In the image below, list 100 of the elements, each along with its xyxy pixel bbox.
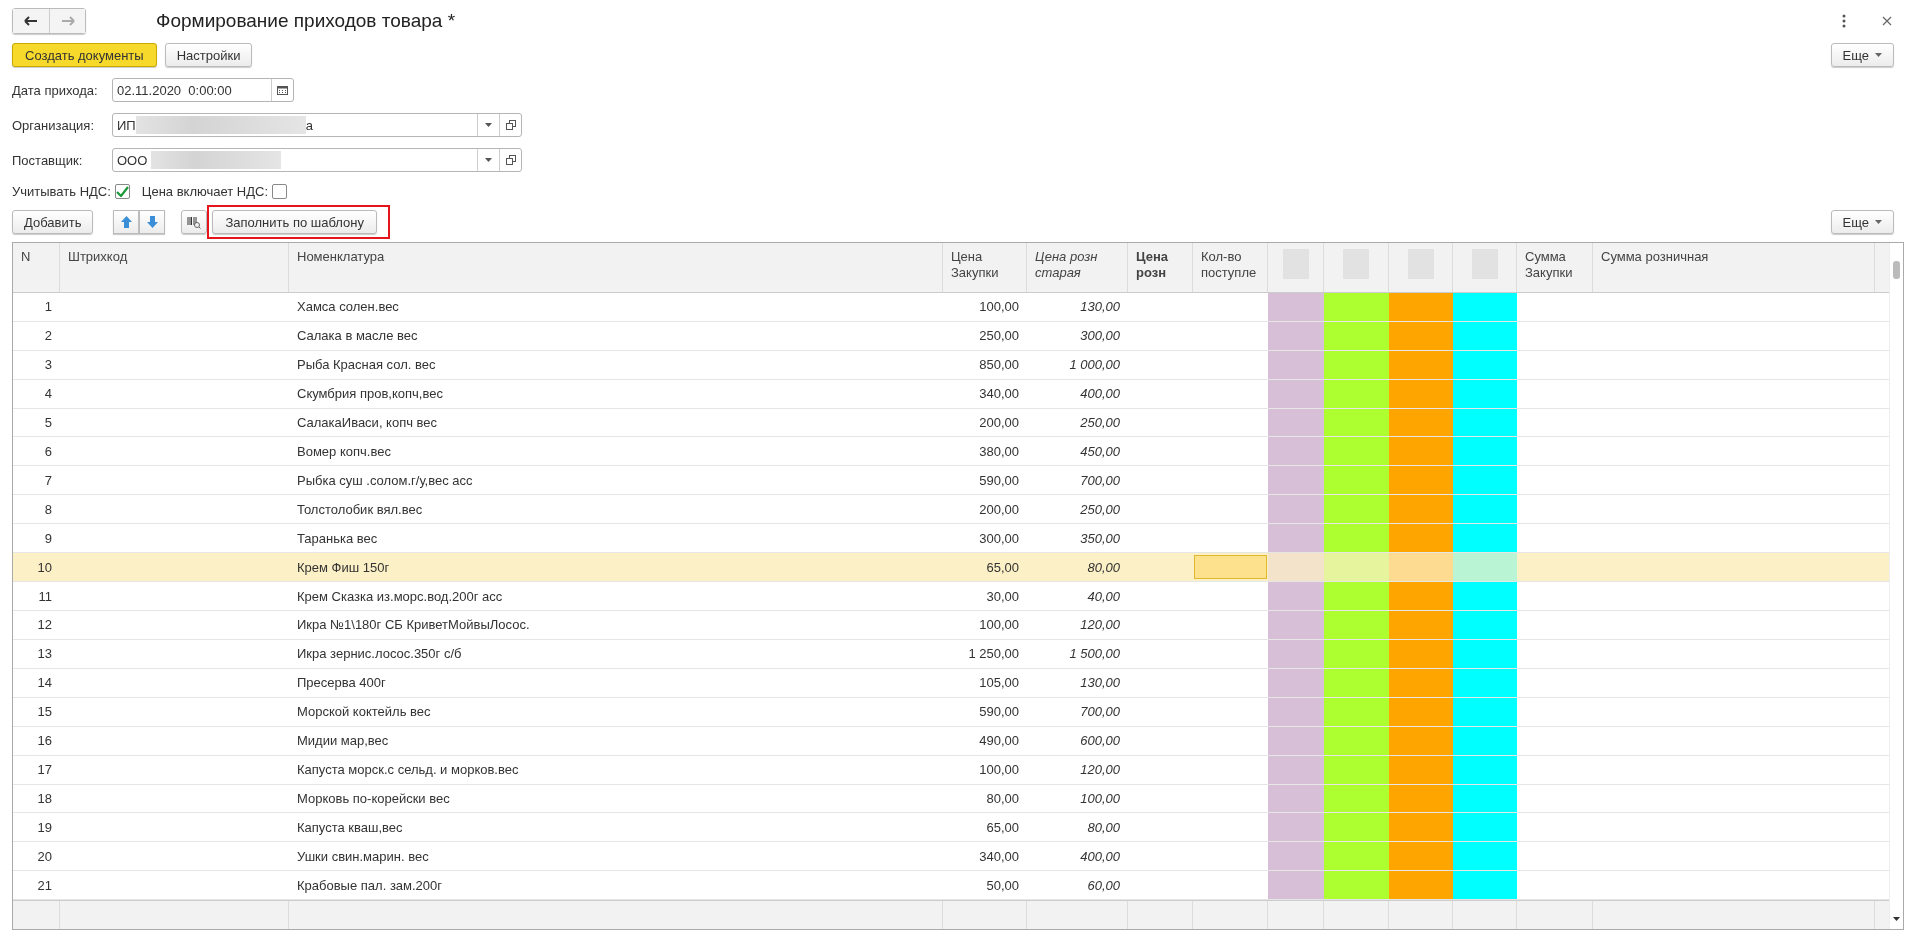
table-row[interactable]: 4 Скумбрия пров,копч,вес 340,00 400,00	[13, 379, 1889, 409]
caret-icon	[1875, 220, 1882, 224]
vat-checkbox[interactable]	[114, 183, 130, 199]
column-header[interactable]: Штрихкод	[60, 243, 289, 292]
checkbox-label: Учитывать НДС:	[12, 183, 111, 199]
column-header[interactable]: Цена Закупки	[943, 243, 1027, 292]
table-cell-text: 340,00	[978, 385, 1020, 404]
table-row[interactable]: 18 Морковь по-корейски вес 80,00 100,00	[13, 784, 1889, 814]
table-cell-text: 250,00	[1079, 414, 1121, 432]
table-cell-text: 80,00	[985, 790, 1020, 808]
table-cell-text: 4	[43, 385, 53, 404]
table-cell-text: 700,00	[1079, 471, 1121, 490]
table-cell-text: 100,00	[1079, 790, 1121, 808]
table-row[interactable]: 13 Икра зернис.лосос.350г с/б 1 250,00 1 500,00	[13, 639, 1889, 669]
table-cell-text: Морской коктейль вес	[296, 703, 432, 722]
forward-arrow-icon	[60, 16, 75, 26]
table-row[interactable]: 14 Пресерва 400г 105,00 130,00	[13, 668, 1889, 698]
table-cell-text: 1 500,00	[1068, 645, 1121, 664]
table-cell-text: 65,00	[985, 818, 1020, 837]
table-cell-text: 80,00	[1086, 818, 1121, 837]
table-cell-text: Толстолобик вял.вес	[296, 500, 424, 519]
table-cell-text: 65,00	[985, 558, 1020, 577]
table-cell-text: Рыба Красная сол. вес	[296, 356, 437, 375]
checkbox-label: Цена включает НДС:	[141, 183, 269, 199]
move-down-button[interactable]	[139, 210, 166, 234]
table-row[interactable]: 8 Толстолобик вял.вес 200,00 250,00	[13, 495, 1889, 525]
table-cell-text: 6	[43, 442, 53, 461]
table-row[interactable]: 2 Салака в масле вес 250,00 300,00	[13, 321, 1889, 351]
date-field[interactable]: 02.11.2020 0:00:00	[112, 78, 294, 102]
dropdown-icon[interactable]	[485, 158, 492, 162]
table-cell-text: 400,00	[1079, 385, 1121, 404]
organization-field[interactable]: ИП а	[112, 113, 522, 137]
column-header[interactable]: Цена розн	[1128, 243, 1193, 292]
table-row[interactable]: 20 Ушки свин.марин. вес 340,00 400,00	[13, 842, 1889, 872]
column-header[interactable]: Номенклатура	[289, 243, 943, 292]
table-cell-text: Ушки свин.марин. вес	[296, 847, 430, 866]
create-documents-button[interactable]: Создать документы	[12, 43, 157, 67]
table-row[interactable]: 6 Вомер копч.вес 380,00 450,00	[13, 437, 1889, 467]
table-row[interactable]: 10 Крем Фиш 150г 65,00 80,00	[13, 553, 1889, 583]
column-header[interactable]: Кол-во поступле	[1193, 243, 1268, 292]
table-cell-text: Пресерва 400г	[296, 674, 387, 693]
window-title: Формирование приходов товара *	[156, 10, 456, 32]
table-cell-text: 16	[36, 732, 53, 751]
more-button[interactable]: Еще	[1830, 43, 1894, 67]
barcode-search-button[interactable]	[181, 210, 208, 234]
table-cell-text: Рыбка суш .солом.г/у,вес асс	[296, 471, 474, 490]
table-row[interactable]: 5 СалакаИваси, копч вес 200,00 250,00	[13, 408, 1889, 438]
table-cell-text: 10	[36, 558, 53, 577]
supplier-field[interactable]: ООО	[112, 148, 522, 172]
field-label: Поставщик:	[12, 152, 84, 168]
table-cell-text: Капуста морск.с сельд. и морков.вес	[296, 761, 520, 780]
open-icon[interactable]	[505, 120, 516, 130]
back-button[interactable]	[13, 9, 49, 33]
table-row[interactable]: 17 Капуста морск.с сельд. и морков.вес 100,00 120,00	[13, 755, 1889, 785]
table-cell-text: Таранька вес	[296, 529, 379, 548]
table-cell-text: 17	[36, 761, 53, 780]
close-icon[interactable]	[1882, 16, 1892, 26]
table-cell-text: 340,00	[978, 847, 1020, 866]
table-cell-text: 400,00	[1079, 847, 1121, 866]
table-row[interactable]: 15 Морской коктейль вес 590,00 700,00	[13, 697, 1889, 727]
settings-button[interactable]: Настройки	[164, 43, 253, 67]
table-cell-text: 14	[36, 674, 53, 693]
more-options-icon[interactable]	[1842, 14, 1846, 28]
column-header[interactable]: Сумма Закупки	[1517, 243, 1593, 292]
table-cell-text: 250,00	[978, 327, 1020, 346]
table-cell-text: 250,00	[1079, 500, 1121, 519]
table-cell-text: 120,00	[1079, 761, 1121, 780]
table-cell-text: Хамса солен.вес	[296, 298, 400, 317]
table-cell-text: 130,00	[1079, 674, 1121, 693]
column-header[interactable]: Сумма розничная	[1593, 243, 1875, 292]
table-cell-text: Икра №1\180г СБ КриветМойвыЛосос.	[296, 616, 531, 635]
calendar-icon[interactable]	[277, 85, 288, 95]
down-arrow-icon	[146, 216, 158, 228]
dropdown-icon[interactable]	[485, 123, 492, 127]
table-cell-text: 300,00	[978, 529, 1020, 548]
move-up-button[interactable]	[113, 210, 140, 234]
table-cell-text: 350,00	[1079, 529, 1121, 548]
table-row[interactable]: 3 Рыба Красная сол. вес 850,00 1 000,00	[13, 350, 1889, 380]
table-row[interactable]: 7 Рыбка суш .солом.г/у,вес асс 590,00 700,00	[13, 466, 1889, 496]
scroll-down-icon[interactable]	[1893, 917, 1900, 921]
table-row[interactable]: 12 Икра №1\180г СБ КриветМойвыЛосос. 100,00 120,00	[13, 611, 1889, 640]
barcode-icon	[187, 215, 202, 229]
column-header[interactable]: Цена розн старая	[1027, 243, 1128, 292]
table-cell-text: 30,00	[985, 587, 1020, 606]
scroll-thumb[interactable]	[1893, 261, 1900, 279]
table-row[interactable]: 19 Капуста кваш,вес 65,00 80,00	[13, 813, 1889, 843]
fill-by-template-button[interactable]: Заполнить по шаблону	[212, 210, 377, 234]
table-row[interactable]: 1 Хамса солен.вес 100,00 130,00	[13, 292, 1889, 322]
table-cell-text: Вомер копч.вес	[296, 442, 392, 461]
table-cell-text: 490,00	[978, 732, 1020, 751]
more-button[interactable]: Еще	[1830, 210, 1894, 234]
price-vat-checkbox[interactable]	[272, 183, 288, 199]
table-cell-text: Капуста кваш,вес	[296, 818, 404, 837]
open-icon[interactable]	[505, 155, 516, 165]
table-cell-text: 2	[43, 327, 53, 346]
column-header[interactable]: N	[13, 243, 60, 292]
table-cell-text: 700,00	[1079, 703, 1121, 722]
table-row[interactable]: 11 Крем Сказка из.морс.вод.200г асс 30,00 40,00	[13, 582, 1889, 611]
add-button[interactable]: Добавить	[12, 210, 94, 234]
table-row[interactable]: 16 Мидии мар,вес 490,00 600,00	[13, 726, 1889, 756]
